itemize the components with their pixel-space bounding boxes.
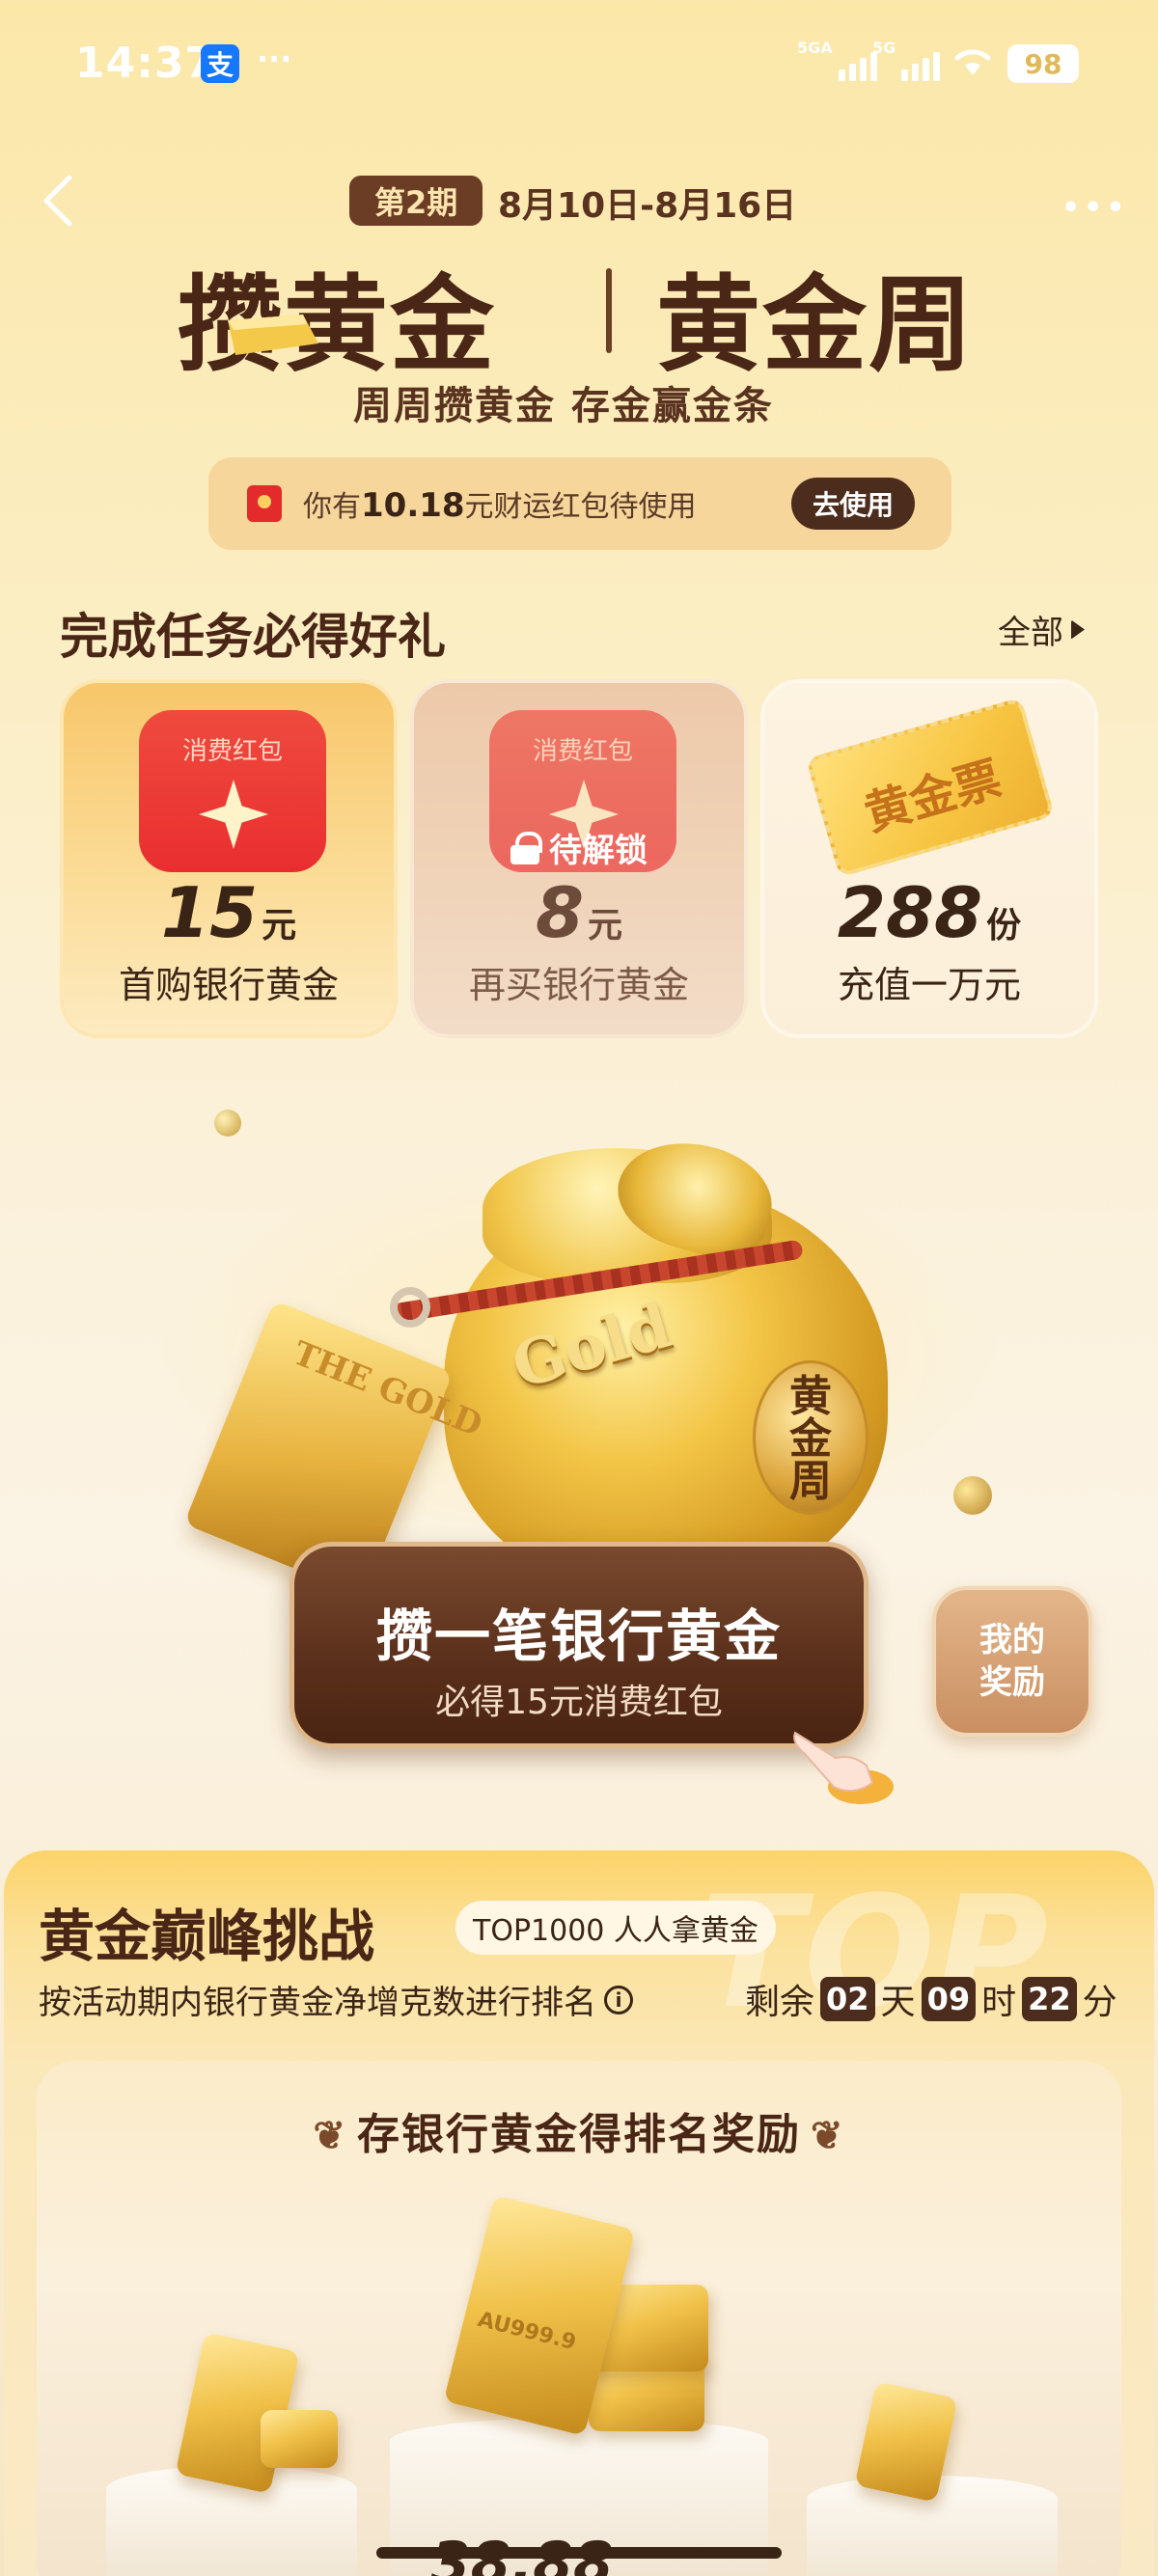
reward-amount-value: 15: [160, 872, 259, 953]
red-envelope-icon: [247, 485, 282, 522]
reward-amount-unit: 份: [986, 906, 1022, 945]
cta-sub-label: 必得15元消费红包: [435, 1683, 723, 1722]
task-description: 充值一万元: [837, 964, 1021, 1006]
use-now-button[interactable]: 去使用: [790, 478, 915, 530]
packet-label: 消费红包: [181, 737, 283, 766]
notice-prefix: 你有: [303, 490, 361, 524]
locked-label: 待解锁: [549, 832, 648, 870]
more-options-icon[interactable]: •••: [1062, 191, 1129, 225]
status-more-dots: ···: [257, 41, 292, 77]
pointing-hand-icon: [793, 1731, 894, 1804]
packet-label: 消费红包: [532, 737, 633, 766]
remaining-label: 剩余: [745, 1983, 815, 2022]
notice-amount: 10.18: [361, 486, 465, 525]
laurel-left-icon: ❦: [313, 2113, 347, 2158]
info-icon[interactable]: i: [604, 1985, 633, 2014]
reward-amount-unit: 元: [588, 906, 623, 945]
wifi-icon: [954, 49, 991, 75]
reward-amount: 8元: [414, 872, 744, 953]
challenge-description: 按活动期内银行黄金净增克数进行排名 i: [39, 1976, 633, 2023]
notice-text: 你有10.18元财运红包待使用: [303, 482, 697, 525]
gold-sparkle: [953, 1476, 992, 1515]
signal-label-2: 5G: [872, 39, 896, 57]
reward-amount: 15 元: [64, 872, 394, 953]
task-card-repurchase[interactable]: 消费红包 待解锁 8元 再买银行黄金: [410, 679, 748, 1038]
ticket-label: 黄金票: [858, 751, 1007, 842]
hours-unit: 时: [981, 1983, 1017, 2022]
challenge-title: 黄金巅峰挑战: [39, 1904, 375, 1969]
cellular-signal-icon-1: 5GA: [797, 39, 877, 81]
cta-main-label: 攒一笔银行黄金: [375, 1603, 782, 1669]
challenge-rule-text: 按活动期内银行黄金净增克数进行排名: [39, 1984, 596, 2022]
reward-amount-value: 288: [837, 872, 983, 953]
play-arrow-icon: [1071, 619, 1085, 640]
reward-amount: 288 份: [764, 872, 1094, 953]
gold-ingot: [261, 2410, 338, 2468]
my-rewards-line2: 奖励: [979, 1663, 1045, 1702]
task-card-first-purchase[interactable]: 消费红包 15 元 首购银行黄金: [60, 679, 398, 1038]
my-rewards-line1: 我的: [979, 1621, 1045, 1659]
task-description: 再买银行黄金: [468, 964, 689, 1006]
countdown-hours: 09: [921, 1977, 977, 2021]
save-gold-cta-button[interactable]: 攒一笔银行黄金 必得15元消费红包: [290, 1542, 868, 1748]
gold-sparkle: [214, 1110, 241, 1137]
countdown-minutes: 22: [1022, 1977, 1077, 2021]
signal-label-1: 5GA: [797, 39, 833, 57]
view-all-link[interactable]: 全部: [998, 606, 1085, 653]
cellular-signal-icon-2: 5G: [872, 39, 941, 81]
home-indicator[interactable]: [376, 2547, 782, 2559]
red-packet-notice[interactable]: 你有10.18元财运红包待使用 去使用: [208, 457, 951, 550]
page-subtitle: 周周攒黄金 存金赢金条: [353, 384, 774, 428]
lock-icon: [510, 831, 542, 864]
keyring-icon: [390, 1287, 430, 1328]
days-unit: 天: [880, 1983, 916, 2022]
locked-indicator: 待解锁: [414, 824, 744, 871]
view-all-label: 全部: [998, 614, 1063, 652]
title-divider: [606, 268, 612, 353]
ranking-reward-title-text: 存银行黄金得排名奖励: [357, 2110, 801, 2159]
red-packet-icon: 消费红包: [139, 710, 326, 872]
gold-bar-icon: [228, 315, 318, 355]
title-right: 黄金周: [656, 264, 976, 386]
notice-suffix: 元财运红包待使用: [464, 490, 697, 524]
alipay-app-icon: 支: [201, 44, 239, 83]
minutes-unit: 分: [1082, 1983, 1117, 2022]
my-rewards-button[interactable]: 我的 奖励: [932, 1586, 1092, 1737]
reward-amount-value: 8: [535, 872, 585, 953]
task-description: 首购银行黄金: [118, 964, 339, 1006]
countdown-timer: 剩余 02 天 09 时 22 分: [745, 1974, 1117, 2024]
reward-amount-unit: 元: [262, 906, 297, 945]
battery-indicator: 98: [1007, 44, 1079, 83]
laurel-right-icon: ❦: [811, 2113, 845, 2158]
tasks-section-title: 完成任务必得好礼: [60, 608, 446, 665]
gold-ticket-icon: 黄金票: [805, 697, 1056, 878]
task-card-recharge[interactable]: 黄金票 288 份 充值一万元: [760, 679, 1098, 1038]
sparkle-icon: [199, 780, 268, 849]
status-time: 14:37: [75, 39, 216, 88]
ranking-reward-title: ❦ 存银行黄金得排名奖励 ❦: [0, 2099, 1158, 2161]
coin-text: 黄金周: [789, 1372, 832, 1506]
challenge-tag: TOP1000 人人拿黄金: [455, 1901, 776, 1955]
period-badge: 第2期: [349, 176, 483, 226]
period-dates: 8月10日-8月16日: [498, 186, 797, 226]
countdown-days: 02: [820, 1977, 875, 2021]
back-arrow-icon[interactable]: [39, 172, 77, 230]
